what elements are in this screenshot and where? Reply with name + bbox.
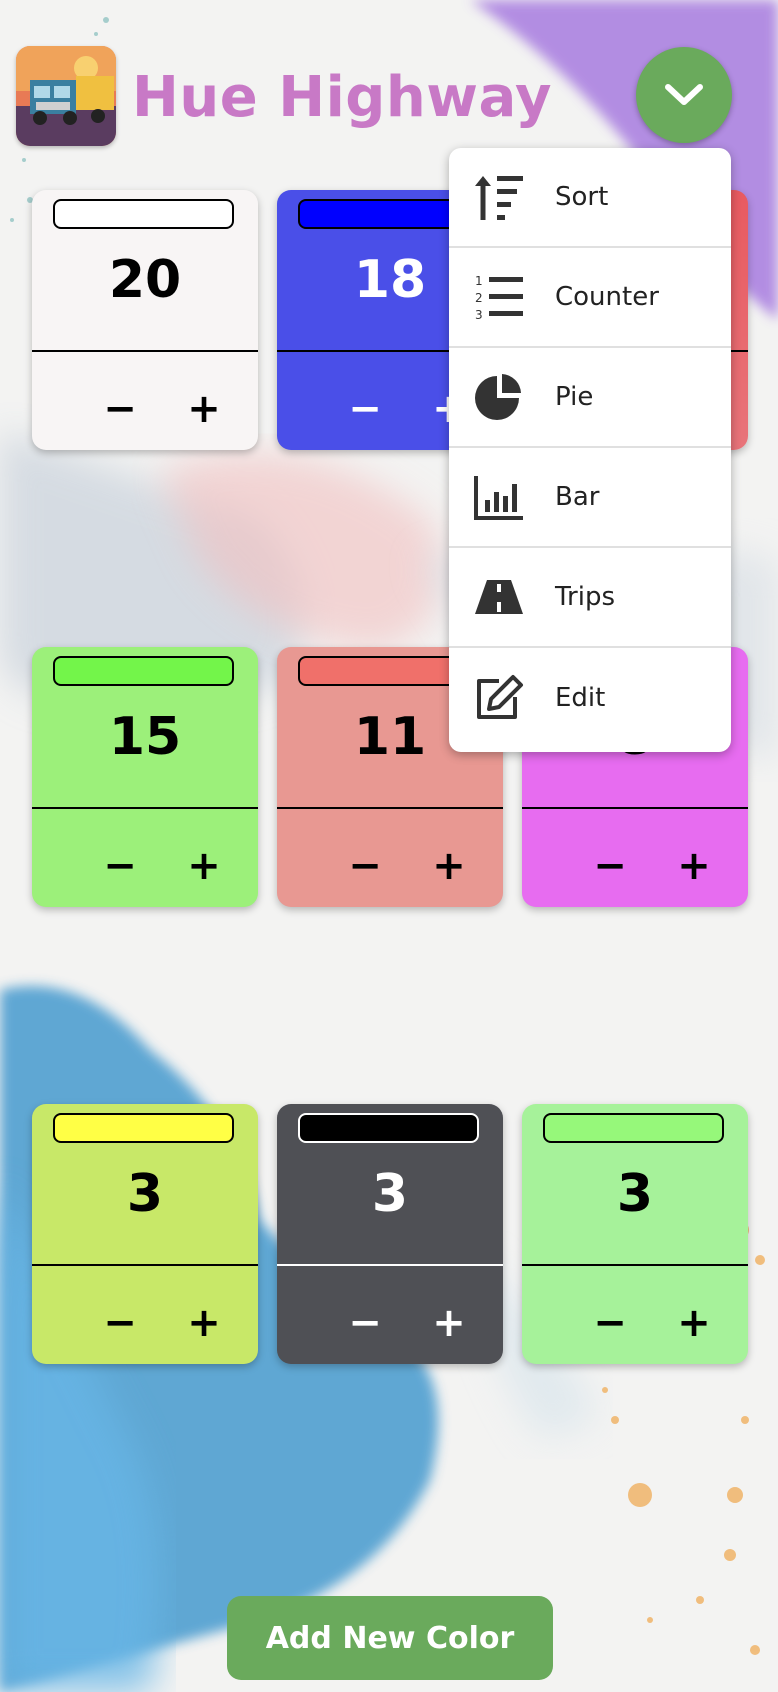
svg-text:2: 2 <box>475 291 483 305</box>
increment-button[interactable]: + <box>664 842 724 890</box>
menu-item-label: Counter <box>555 282 659 312</box>
color-count: 15 <box>108 707 182 767</box>
increment-button[interactable]: + <box>174 385 234 433</box>
color-swatch[interactable] <box>53 199 234 229</box>
menu-item-bar[interactable]: Bar <box>449 448 731 548</box>
color-swatch[interactable] <box>543 1113 724 1143</box>
sort-icon <box>473 171 525 223</box>
color-swatch[interactable] <box>53 656 234 686</box>
dropdown-menu: Sort 1 2 3 Counter Pie Bar Trips Edit <box>449 148 731 752</box>
increment-button[interactable]: + <box>174 1299 234 1347</box>
app-title: Hue Highway <box>132 65 553 130</box>
color-swatch[interactable] <box>298 1113 479 1143</box>
decrement-button[interactable]: − <box>580 842 640 890</box>
svg-text:3: 3 <box>475 308 483 322</box>
color-card: 3 − + <box>277 1104 503 1364</box>
card-divider <box>277 1264 503 1266</box>
edit-icon <box>473 672 525 724</box>
pie-chart-icon <box>473 371 525 423</box>
svg-text:1: 1 <box>475 274 483 288</box>
card-divider <box>32 807 258 809</box>
card-divider <box>522 807 748 809</box>
add-new-color-button[interactable]: Add New Color <box>227 1596 553 1680</box>
decrement-button[interactable]: − <box>580 1299 640 1347</box>
menu-item-pie[interactable]: Pie <box>449 348 731 448</box>
card-divider <box>522 1264 748 1266</box>
menu-item-label: Trips <box>555 582 616 612</box>
color-count: 3 <box>126 1164 164 1224</box>
app-logo <box>16 46 116 146</box>
road-icon <box>473 571 525 623</box>
decrement-button[interactable]: − <box>90 385 150 433</box>
color-card: 20 − + <box>32 190 258 450</box>
menu-item-trips[interactable]: Trips <box>449 548 731 648</box>
decrement-button[interactable]: − <box>335 385 395 433</box>
decrement-button[interactable]: − <box>90 1299 150 1347</box>
color-swatch[interactable] <box>53 1113 234 1143</box>
menu-item-counter[interactable]: 1 2 3 Counter <box>449 248 731 348</box>
color-card: 3 − + <box>522 1104 748 1364</box>
menu-item-label: Sort <box>555 182 609 212</box>
color-count: 20 <box>108 250 182 310</box>
menu-item-label: Bar <box>555 482 600 512</box>
menu-item-label: Edit <box>555 683 606 713</box>
chevron-down-icon <box>665 84 703 105</box>
increment-button[interactable]: + <box>174 842 234 890</box>
menu-item-label: Pie <box>555 382 594 412</box>
menu-item-edit[interactable]: Edit <box>449 648 731 748</box>
color-count: 3 <box>371 1164 409 1224</box>
card-divider <box>32 350 258 352</box>
bar-chart-icon <box>473 471 525 523</box>
color-card: 15 − + <box>32 647 258 907</box>
increment-button[interactable]: + <box>419 842 479 890</box>
decrement-button[interactable]: − <box>335 1299 395 1347</box>
decrement-button[interactable]: − <box>335 842 395 890</box>
menu-toggle-button[interactable] <box>636 47 732 143</box>
increment-button[interactable]: + <box>664 1299 724 1347</box>
card-divider <box>32 1264 258 1266</box>
color-card: 3 − + <box>32 1104 258 1364</box>
color-count: 3 <box>616 1164 654 1224</box>
increment-button[interactable]: + <box>419 1299 479 1347</box>
decrement-button[interactable]: − <box>90 842 150 890</box>
card-divider <box>277 807 503 809</box>
numbered-list-icon: 1 2 3 <box>473 271 525 323</box>
menu-item-sort[interactable]: Sort <box>449 148 731 248</box>
